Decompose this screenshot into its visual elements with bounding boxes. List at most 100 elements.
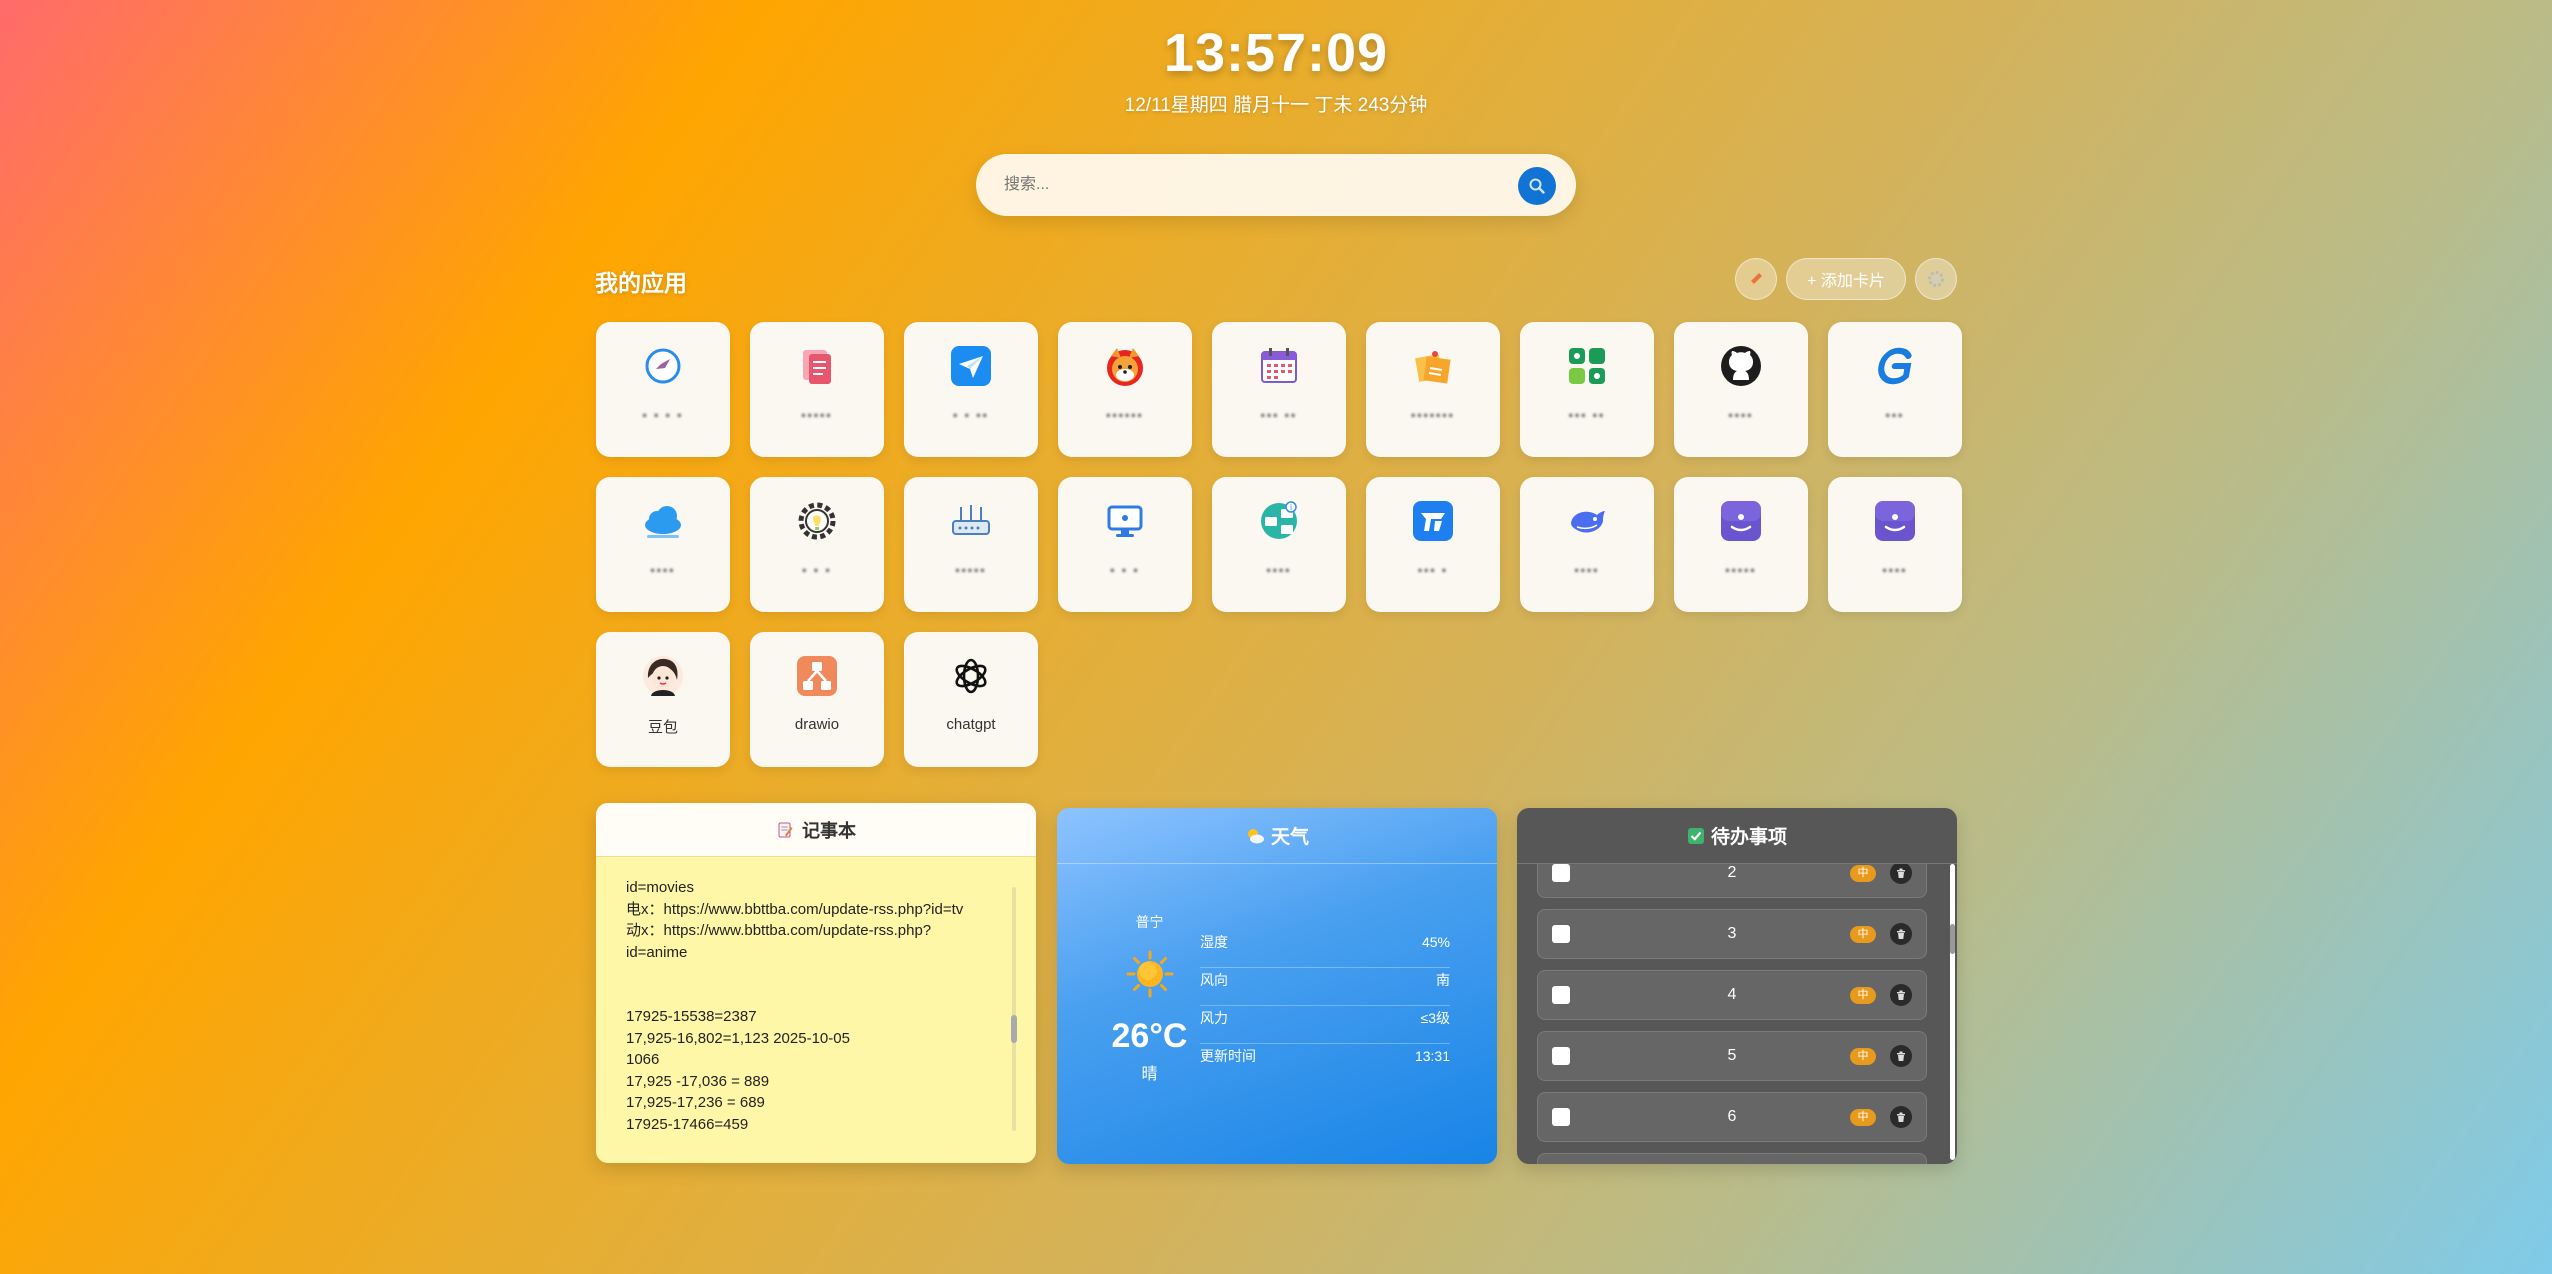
delete-button[interactable] xyxy=(1890,923,1912,945)
todo-scrollbar[interactable] xyxy=(1950,864,1955,1160)
app-tile[interactable]: ▪▪▪▪ xyxy=(1828,477,1962,612)
app-label: ▪▪▪▪▪ xyxy=(801,408,833,422)
priority-badge[interactable]: 中 xyxy=(1850,1108,1876,1126)
app-label: 豆包 xyxy=(647,719,678,736)
weather-row-value: 13:31 xyxy=(1414,1048,1450,1064)
priority-badge[interactable]: 中 xyxy=(1850,864,1876,882)
delete-button[interactable] xyxy=(1890,984,1912,1006)
app-tile[interactable]: ▪▪▪ ▪▪ xyxy=(1520,322,1654,457)
app-tile[interactable]: ▪▪▪▪▪▪ xyxy=(1058,322,1192,457)
browser-icon xyxy=(639,342,687,390)
app-tile[interactable]: 豆包 xyxy=(596,632,730,767)
notepad-scrollbar[interactable] xyxy=(1011,887,1017,1131)
date-line: 12/11星期四 腊月十一 丁未 243分钟 xyxy=(1124,95,1428,116)
settings-button[interactable] xyxy=(1915,258,1957,300)
weather-title: 天气 xyxy=(1270,827,1309,848)
app-tile[interactable]: ▪▪▪ xyxy=(1828,322,1962,457)
notepad-textarea[interactable]: id=movies 电x：https://www.bbttba.com/updat… xyxy=(626,877,1011,1145)
app-tile[interactable]: ▪ ▪ ▪ xyxy=(750,477,884,612)
partly-sunny-icon xyxy=(1247,828,1264,843)
weather-row-label: 风力 xyxy=(1200,1010,1228,1026)
trash-icon xyxy=(1897,1051,1905,1061)
app-tile[interactable]: ▪▪▪▪ xyxy=(1520,477,1654,612)
todo-header: 待办事项 xyxy=(1517,808,1957,864)
notepad-line: 1066 xyxy=(626,1051,660,1068)
todo-title: 待办事项 xyxy=(1710,827,1787,848)
app-label: drawio xyxy=(794,716,840,733)
weather-header: 天气 xyxy=(1057,808,1497,864)
app-tile[interactable]: ▪ ▪ ▪ xyxy=(1058,477,1192,612)
app-tile[interactable]: ▪▪▪▪▪▪▪ xyxy=(1366,322,1500,457)
weather-row: 更新时间 13:31 xyxy=(1200,1044,1450,1082)
app-tile[interactable]: ▪▪▪ ▪ xyxy=(1366,477,1500,612)
todo-item: 5中 xyxy=(1537,1031,1927,1081)
shiba-icon xyxy=(1101,342,1149,390)
app-label: ▪▪▪▪ xyxy=(1882,563,1908,577)
ai-assistant-icon xyxy=(1717,497,1765,545)
app-tile[interactable]: i ▪▪▪▪ xyxy=(1212,477,1346,612)
notepad-line: 动x：https://www.bbttba.com/update-rss.php… xyxy=(626,922,932,939)
gear-bulb-icon xyxy=(793,497,841,545)
app-label: ▪▪▪ ▪ xyxy=(1417,563,1449,577)
notepad-icon xyxy=(778,822,793,837)
priority-badge[interactable]: 中 xyxy=(1850,925,1876,943)
app-label: ▪▪▪▪▪ xyxy=(955,563,987,577)
app-tile[interactable]: ▪▪▪▪ xyxy=(596,477,730,612)
app-tile[interactable]: chatgpt xyxy=(904,632,1038,767)
todo-item: 4中 xyxy=(1537,970,1927,1020)
todo-item: 2中 xyxy=(1537,864,1927,898)
app-tile[interactable]: ▪ ▪ ▪ ▪ xyxy=(596,322,730,457)
todo-checkbox[interactable] xyxy=(1552,925,1570,943)
cloud-icon xyxy=(639,497,687,545)
app-label: ▪▪▪▪ xyxy=(1574,563,1600,577)
notepad-line: 电x：https://www.bbttba.com/update-rss.php… xyxy=(626,900,964,918)
ai-assistant-icon xyxy=(1871,497,1919,545)
todo-checkbox[interactable] xyxy=(1552,864,1570,882)
notepad-header: 记事本 xyxy=(596,803,1036,857)
app-label: ▪▪▪▪ xyxy=(1728,408,1754,422)
app-label: ▪▪▪▪▪ xyxy=(1725,563,1757,577)
app-label: ▪ ▪ ▪▪ xyxy=(953,408,989,422)
sun-icon xyxy=(1126,950,1173,998)
app-tile[interactable]: drawio xyxy=(750,632,884,767)
app-label: ▪▪▪ ▪▪ xyxy=(1568,408,1606,422)
pencil-icon xyxy=(1750,273,1762,285)
todo-checkbox[interactable] xyxy=(1552,1047,1570,1065)
notepad-panel: 记事本 id=movies 电x：https://www.bbttba.com/u… xyxy=(596,803,1036,1163)
todo-checkbox[interactable] xyxy=(1552,986,1570,1004)
app-tile[interactable]: ▪▪▪▪ xyxy=(1674,322,1808,457)
notepad-line: 17,925-17,236 = 689 xyxy=(626,1094,765,1111)
todo-checkbox[interactable] xyxy=(1552,1108,1570,1126)
app-tile[interactable]: ▪▪▪▪▪ xyxy=(1674,477,1808,612)
weather-row-label: 湿度 xyxy=(1200,934,1228,950)
app-label: ▪▪▪ xyxy=(1885,408,1905,422)
app-tile[interactable]: ▪▪▪▪▪ xyxy=(904,477,1038,612)
priority-badge[interactable]: 中 xyxy=(1850,1047,1876,1065)
edit-button[interactable] xyxy=(1735,258,1777,300)
app-label: ▪ ▪ ▪ ▪ xyxy=(642,408,684,422)
app-label: ▪ ▪ ▪ xyxy=(802,563,832,577)
notepad-line: 17925-15538=2387 xyxy=(626,1008,757,1025)
clock-time: 13:57:09 xyxy=(1163,23,1389,83)
search-button[interactable] xyxy=(1518,167,1556,205)
notepad-line xyxy=(626,963,1011,985)
search-icon xyxy=(1529,178,1545,194)
delete-button[interactable] xyxy=(1890,1106,1912,1128)
todo-list: 2中3中4中5中6中中 xyxy=(1537,864,1929,1164)
todo-item: 6中 xyxy=(1537,1092,1927,1142)
weather-row-label: 风向 xyxy=(1200,972,1228,988)
apps-section-title: 我的应用 xyxy=(595,270,687,296)
gear-icon xyxy=(1928,271,1944,287)
weather-temperature: 26°C xyxy=(1111,1017,1188,1055)
app-label: ▪▪▪▪▪▪ xyxy=(1106,408,1144,422)
priority-badge[interactable]: 中 xyxy=(1850,986,1876,1004)
trash-icon xyxy=(1897,868,1905,878)
app-tile[interactable]: ▪▪▪▪▪ xyxy=(750,322,884,457)
add-card-button[interactable]: + 添加卡片 xyxy=(1786,258,1906,300)
weather-row-value: 南 xyxy=(1436,972,1450,988)
app-tile[interactable]: ▪ ▪ ▪▪ xyxy=(904,322,1038,457)
trash-icon xyxy=(1897,990,1905,1000)
app-tile[interactable]: ▪▪▪ ▪▪ xyxy=(1212,322,1346,457)
search-input[interactable] xyxy=(1004,154,1484,216)
delete-button[interactable] xyxy=(1890,1045,1912,1067)
